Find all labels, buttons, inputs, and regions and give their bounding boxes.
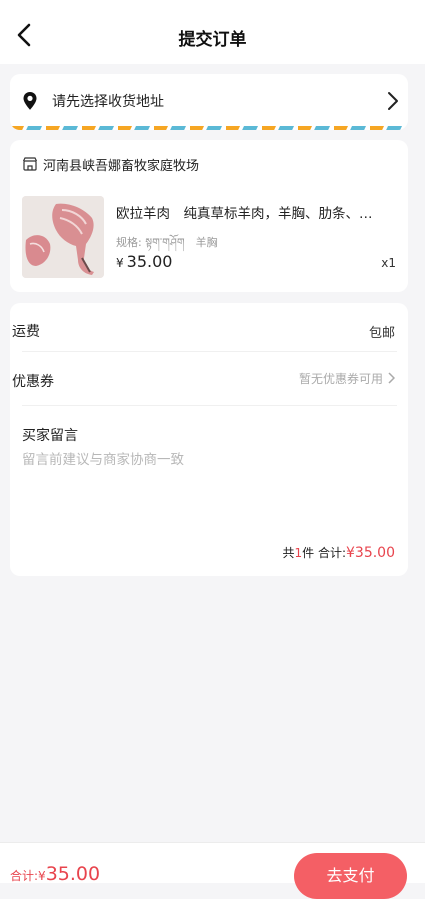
nav-header: 提交订单 [0, 6, 425, 64]
order-summary: 共1件 合计:¥35.00 [282, 544, 395, 561]
divider [22, 351, 397, 352]
shop-order-card: 河南县峡吾娜畜牧家庭牧场 欧拉羊肉 纯真草标羊肉，羊胸、肋条、… 规格: སྟག… [10, 140, 408, 292]
shop-name: 河南县峡吾娜畜牧家庭牧场 [43, 159, 200, 174]
pay-button[interactable]: 去支付 [294, 853, 407, 899]
address-placeholder: 请先选择收货地址 [52, 94, 164, 110]
product-title[interactable]: 欧拉羊肉 纯真草标羊肉，羊胸、肋条、… [116, 202, 398, 222]
divider [22, 405, 397, 406]
page-title: 提交订单 [178, 30, 247, 50]
chevron-right-icon [388, 92, 398, 110]
chevron-right-icon [388, 372, 395, 384]
product-quantity: x1 [381, 256, 396, 270]
coupon-selector[interactable]: 暂无优惠券可用 [299, 370, 395, 387]
shipping-value: 包邮 [368, 326, 395, 341]
summary-unit: 件 合计: [302, 546, 346, 560]
address-stripe-decoration [10, 126, 408, 130]
location-pin-icon [23, 92, 37, 110]
price-value: 35.00 [126, 252, 173, 271]
remark-label: 买家留言 [22, 428, 78, 444]
summary-total: ¥35.00 [346, 545, 395, 561]
summary-count: 1 [294, 546, 303, 560]
currency-symbol: ¥ [116, 256, 124, 270]
summary-prefix: 共 [282, 546, 295, 560]
address-selector[interactable]: 请先选择收货地址 [10, 74, 408, 130]
shipping-label: 运费 [12, 324, 40, 340]
remark-input[interactable] [22, 448, 394, 528]
lamb-meat-image [22, 196, 104, 278]
shop-icon [22, 157, 38, 171]
total-currency: ¥ [38, 869, 46, 883]
coupon-value: 暂无优惠券可用 [298, 372, 383, 386]
total-label: 合计: [10, 869, 39, 883]
coupon-label: 优惠券 [12, 374, 54, 390]
product-image[interactable] [22, 196, 104, 278]
product-price: ¥35.00 [116, 252, 172, 271]
bottom-bar: 合计:¥35.00 去支付 [0, 842, 425, 899]
